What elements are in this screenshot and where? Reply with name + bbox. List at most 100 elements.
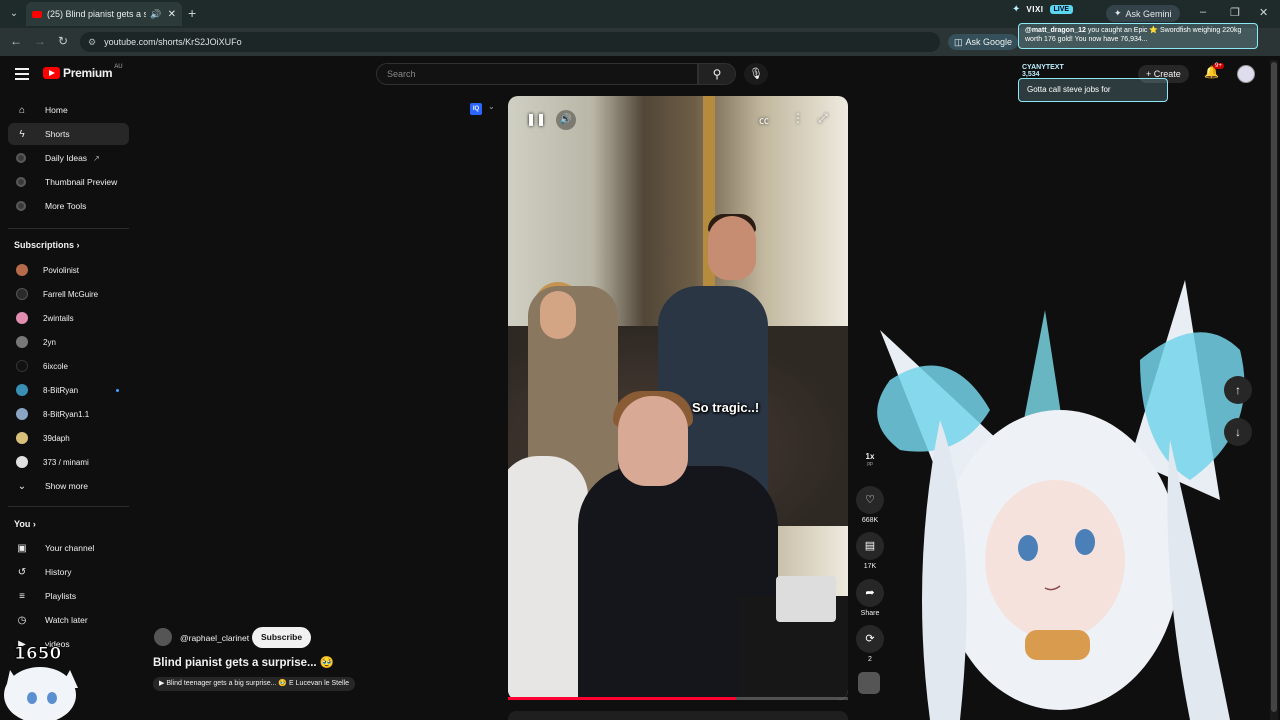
you-heading[interactable]: You › bbox=[14, 519, 36, 529]
tab-audio-icon[interactable]: 🔊 bbox=[150, 9, 161, 20]
chevron-right-icon: › bbox=[76, 240, 80, 250]
more-vert-icon[interactable]: ⋮ bbox=[792, 111, 804, 125]
close-window-icon[interactable]: ✕ bbox=[1259, 6, 1268, 19]
subscription-item[interactable]: 6ixcole bbox=[8, 356, 129, 376]
search-input[interactable]: Search bbox=[376, 63, 698, 85]
subscription-label: 373 / minami bbox=[43, 457, 89, 467]
subscription-item[interactable]: 8-BitRyan bbox=[8, 380, 129, 400]
gemini-sparkle-icon: ✦ bbox=[1114, 8, 1122, 18]
sidebar-item-history[interactable]: ↺ History bbox=[8, 561, 129, 583]
account-avatar[interactable] bbox=[1237, 65, 1255, 83]
back-arrow-icon[interactable]: ← bbox=[10, 34, 22, 48]
tab-close-icon[interactable]: ✕ bbox=[168, 9, 176, 20]
app-icon bbox=[16, 177, 26, 187]
vtuber-avatar-overlay bbox=[877, 280, 1245, 720]
video-frame bbox=[708, 216, 756, 280]
ask-google-label: Ask Google bbox=[965, 37, 1013, 47]
show-more-label: Show more bbox=[45, 481, 88, 491]
subscription-item[interactable]: Farrell McGuire bbox=[8, 284, 129, 304]
stream-chat-alert: @matt_dragon_12 you caught an Epic ⭐ Swo… bbox=[1018, 23, 1258, 49]
sidebar-item-label: Playlists bbox=[45, 591, 77, 601]
page-scrollbar-thumb[interactable] bbox=[1271, 62, 1277, 712]
sidebar-item-more-tools[interactable]: More Tools bbox=[8, 195, 129, 217]
channel-icon: ▣ bbox=[17, 542, 27, 554]
live-badge: LIVE bbox=[1049, 5, 1074, 14]
sidebar-item-your-channel[interactable]: ▣ Your channel bbox=[8, 537, 129, 559]
channel-avatar[interactable] bbox=[154, 628, 172, 646]
subscription-label: Poviolinist bbox=[43, 265, 80, 275]
captions-icon[interactable]: ㏄ bbox=[759, 112, 769, 127]
subscription-label: 2yn bbox=[43, 337, 56, 347]
pause-icon[interactable]: ❚❚ bbox=[526, 112, 546, 126]
music-link[interactable]: ▶ Blind teenager gets a big surprise... … bbox=[153, 677, 355, 691]
chat-message-text: Gotta call steve jobs for bbox=[1027, 85, 1111, 94]
show-more-button[interactable]: ⌄ Show more bbox=[8, 475, 129, 497]
subscriptions-heading[interactable]: Subscriptions › bbox=[14, 240, 80, 250]
forward-arrow-icon[interactable]: → bbox=[34, 34, 46, 48]
channel-avatar bbox=[16, 384, 28, 396]
new-content-dot bbox=[116, 388, 119, 392]
sidebar-item-thumbnail-preview[interactable]: Thumbnail Preview bbox=[8, 171, 129, 193]
logo-country-code: AU bbox=[114, 64, 123, 70]
volume-icon[interactable]: 🔊 bbox=[556, 110, 576, 130]
channel-avatar bbox=[16, 264, 28, 276]
previous-short-button[interactable]: ↑ bbox=[1224, 376, 1252, 404]
shorts-video-player[interactable] bbox=[508, 96, 848, 700]
history-icon: ↺ bbox=[17, 566, 27, 578]
menu-icon[interactable] bbox=[15, 68, 29, 80]
tab-title: (25) Blind pianist gets a surp bbox=[47, 9, 147, 19]
chat-alert-user: @matt_dragon_12 bbox=[1025, 27, 1086, 34]
sidebar-item-watch-later[interactable]: ◷ Watch later bbox=[8, 609, 129, 631]
video-progress-bar[interactable] bbox=[508, 697, 848, 700]
arrow-up-icon: ↑ bbox=[1235, 383, 1241, 397]
app-icon bbox=[16, 201, 26, 211]
subscription-item[interactable]: 39daph bbox=[8, 428, 129, 448]
sidebar-item-playlists[interactable]: ≡ Playlists bbox=[8, 585, 129, 607]
subscription-item[interactable]: 2wintails bbox=[8, 308, 129, 328]
voice-search-button[interactable]: 🎙 bbox=[744, 63, 768, 85]
channel-handle[interactable]: @raphael_clarinet bbox=[180, 633, 249, 643]
tab-search-chevron-icon[interactable]: ⌄ bbox=[6, 6, 22, 22]
youtube-play-icon bbox=[43, 67, 60, 79]
subscription-label: 8-BitRyan1.1 bbox=[43, 409, 90, 419]
ask-gemini-label: Ask Gemini bbox=[1125, 8, 1172, 19]
subscription-item[interactable]: Poviolinist bbox=[8, 260, 129, 280]
subscription-item[interactable]: 2yn bbox=[8, 332, 129, 352]
stream-counter-value: 3,534 bbox=[1022, 71, 1040, 78]
next-short-button[interactable]: ↓ bbox=[1224, 418, 1252, 446]
stream-counter-label: CYANYTEXT bbox=[1022, 64, 1064, 71]
extension-badge-icon[interactable]: IQ bbox=[470, 103, 482, 115]
sidebar-item-home[interactable]: ⌂ Home bbox=[8, 99, 129, 121]
search-button[interactable]: ⚲ bbox=[698, 63, 736, 85]
home-icon: ⌂ bbox=[18, 104, 26, 116]
sidebar-item-label: Home bbox=[45, 105, 68, 115]
chevron-down-icon[interactable]: ⌄ bbox=[488, 102, 495, 111]
maximize-icon[interactable]: ❐ bbox=[1230, 6, 1240, 19]
sidebar-item-label: Shorts bbox=[45, 129, 70, 139]
subscribe-button[interactable]: Subscribe bbox=[252, 627, 312, 648]
url-text: youtube.com/shorts/KrS2JOiXUFo bbox=[104, 37, 242, 47]
minimize-icon[interactable]: – bbox=[1200, 6, 1206, 18]
arrow-down-icon: ↓ bbox=[1235, 425, 1241, 439]
sidebar-item-label: Daily Ideas bbox=[45, 153, 88, 163]
subscription-item[interactable]: 8-BitRyan1.1 bbox=[8, 404, 129, 424]
sidebar-item-shorts[interactable]: ϟ Shorts bbox=[8, 123, 129, 145]
video-frame bbox=[776, 576, 836, 622]
url-field[interactable]: ⚙ youtube.com/shorts/KrS2JOiXUFo bbox=[80, 32, 940, 52]
sidebar-item-daily-ideas[interactable]: Daily Ideas ↗ bbox=[8, 147, 129, 169]
fullscreen-icon[interactable]: ⤢ bbox=[818, 111, 828, 126]
browser-tab-active[interactable]: (25) Blind pianist gets a surp 🔊 ✕ bbox=[26, 2, 182, 26]
mic-icon: 🎙 bbox=[749, 68, 763, 80]
youtube-logo[interactable]: Premium AU bbox=[43, 64, 123, 80]
ask-gemini-button[interactable]: ✦ Ask Gemini bbox=[1106, 5, 1180, 22]
subscription-item[interactable]: 373 / minami bbox=[8, 452, 129, 472]
site-settings-icon[interactable]: ⚙ bbox=[88, 37, 96, 48]
ask-google-button[interactable]: ◫ Ask Google bbox=[948, 34, 1019, 50]
subscription-label: 2wintails bbox=[43, 313, 74, 323]
reload-icon[interactable]: ↻ bbox=[58, 34, 68, 48]
video-progress-fill bbox=[508, 697, 736, 700]
new-tab-plus-icon[interactable]: + bbox=[188, 5, 196, 21]
subscription-label: 39daph bbox=[43, 433, 70, 443]
stream-brand: ✦ VIXI LIVE bbox=[1012, 4, 1074, 15]
next-short-peek bbox=[508, 711, 848, 720]
